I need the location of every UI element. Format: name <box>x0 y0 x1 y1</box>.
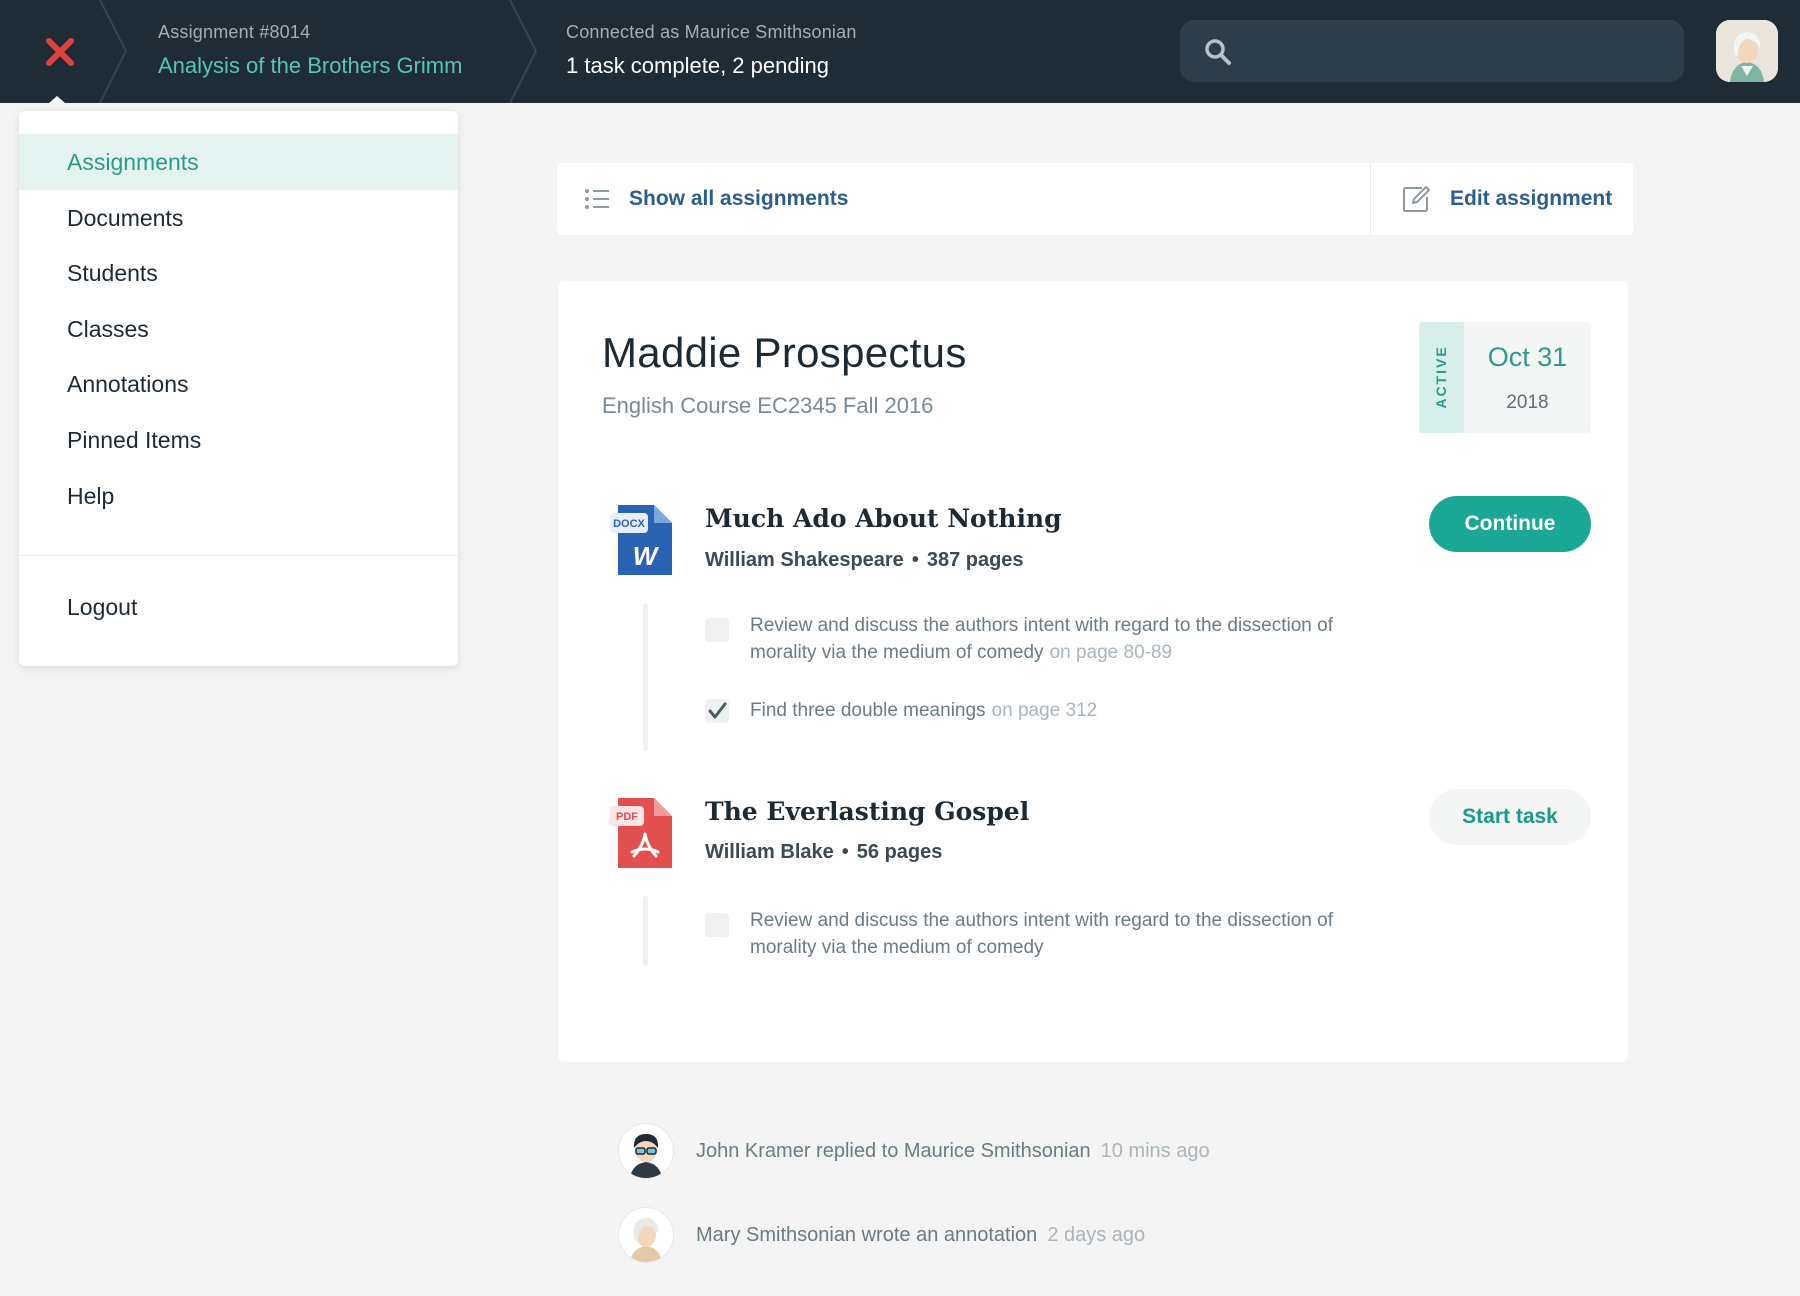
assignment-action-bar: Show all assignments Edit assignment <box>557 163 1633 235</box>
activity-item: John Kramer replied to Maurice Smithsoni… <box>619 1123 1210 1179</box>
task-page[interactable]: on page 80-89 <box>1050 642 1173 663</box>
assignment-breadcrumb: Assignment #8014 Analysis of the Brother… <box>158 21 462 81</box>
word-letter: W <box>633 541 660 571</box>
sidebar-item-logout[interactable]: Logout <box>19 579 458 635</box>
document-title[interactable]: Much Ado About Nothing <box>705 504 1062 533</box>
task-text: Review and discuss the authors intent wi… <box>750 615 1333 663</box>
close-icon <box>46 38 74 66</box>
sidebar-item-pinned-items[interactable]: Pinned Items <box>19 412 458 468</box>
activity-text: Mary Smithsonian wrote an annotation <box>696 1223 1038 1246</box>
show-all-assignments-link[interactable]: Show all assignments <box>585 163 848 235</box>
breadcrumb-separator <box>99 0 128 103</box>
task-checkbox[interactable] <box>705 618 729 642</box>
breadcrumb-separator <box>509 0 538 103</box>
start-task-button[interactable]: Start task <box>1429 789 1591 845</box>
list-icon <box>585 189 609 209</box>
assignment-number: Assignment #8014 <box>158 22 311 42</box>
checkmark-icon <box>708 702 727 719</box>
activity-timestamp: 2 days ago <box>1047 1223 1146 1246</box>
show-all-assignments-label: Show all assignments <box>629 187 849 210</box>
docx-badge-text: DOCX <box>613 518 645 530</box>
avatar[interactable] <box>619 1208 673 1262</box>
sidebar-item-classes[interactable]: Classes <box>19 301 458 357</box>
assignment-title[interactable]: Analysis of the Brothers Grimm <box>158 51 462 81</box>
task-text: Find three double meanings <box>750 700 986 721</box>
search-bar[interactable] <box>1180 20 1684 82</box>
top-bar: Assignment #8014 Analysis of the Brother… <box>0 0 1800 103</box>
due-date: Oct 31 <box>1487 342 1568 372</box>
search-input[interactable] <box>1244 20 1664 82</box>
connection-text: Connected as Maurice Smithsonian <box>566 22 857 42</box>
edit-icon <box>1403 186 1430 212</box>
task-checkbox[interactable] <box>705 913 729 937</box>
task-checkbox-checked[interactable] <box>705 699 729 723</box>
sidebar-menu: Assignments Documents Students Classes A… <box>19 111 458 666</box>
close-button[interactable] <box>22 14 98 90</box>
activity-item: Mary Smithsonian wrote an annotation 2 d… <box>619 1207 1145 1263</box>
document-title[interactable]: The Everlasting Gospel <box>705 797 1029 826</box>
task-item: Find three double meanings on page 312 <box>750 697 1350 724</box>
user-avatar[interactable] <box>1716 20 1778 82</box>
sidebar-item-annotations[interactable]: Annotations <box>19 356 458 412</box>
edit-assignment-link[interactable]: Edit assignment <box>1402 163 1612 235</box>
sidebar-item-help[interactable]: Help <box>19 468 458 524</box>
task-page[interactable]: on page 312 <box>992 700 1098 721</box>
task-item: Review and discuss the authors intent wi… <box>750 907 1350 961</box>
document-meta: William Blake • 56 pages <box>705 841 942 864</box>
document-author: William Shakespeare <box>705 549 904 571</box>
due-year: 2018 <box>1506 392 1549 413</box>
pdf-file-icon: PDF <box>610 798 672 868</box>
document-pages: 387 pages <box>926 549 1024 571</box>
task-timeline <box>643 603 648 751</box>
avatar-icon <box>630 1218 662 1262</box>
sidebar-item-documents[interactable]: Documents <box>19 190 458 246</box>
continue-button[interactable]: Continue <box>1429 496 1591 552</box>
status-label: ACTIVE <box>1433 345 1449 409</box>
docx-file-icon: DOCX W <box>610 505 672 575</box>
meta-dot: • <box>841 841 849 863</box>
sidebar-item-students[interactable]: Students <box>19 245 458 301</box>
menu-divider <box>19 555 458 556</box>
connection-info: Connected as Maurice Smithsonian 1 task … <box>566 21 857 81</box>
status-badge: ACTIVE <box>1419 322 1464 433</box>
menu-pointer <box>49 96 65 103</box>
activity-text: John Kramer replied to Maurice Smithsoni… <box>696 1139 1091 1162</box>
sidebar-item-assignments[interactable]: Assignments <box>19 134 458 190</box>
pdf-badge-text: PDF <box>616 811 638 823</box>
edit-assignment-label: Edit assignment <box>1450 187 1613 210</box>
action-bar-divider <box>1370 163 1371 235</box>
document-meta: William Shakespeare • 387 pages <box>705 549 1024 572</box>
avatar-icon <box>1716 20 1778 82</box>
avatar[interactable] <box>619 1124 673 1178</box>
document-pages: 56 pages <box>856 841 943 863</box>
search-icon <box>1205 39 1231 65</box>
task-item: Review and discuss the authors intent wi… <box>750 612 1350 666</box>
assignment-card: Maddie Prospectus English Course EC2345 … <box>558 281 1628 1062</box>
assignment-title-heading: Maddie Prospectus <box>602 329 967 376</box>
task-status: 1 task complete, 2 pending <box>566 53 829 78</box>
due-date-box: ACTIVE Oct 31 2018 <box>1419 322 1591 433</box>
meta-dot: • <box>911 549 919 571</box>
document-author: William Blake <box>705 841 834 863</box>
task-timeline <box>643 896 648 966</box>
avatar-icon <box>630 1134 662 1178</box>
activity-timestamp: 10 mins ago <box>1100 1139 1210 1162</box>
task-text: Review and discuss the authors intent wi… <box>750 910 1333 958</box>
course-subtitle: English Course EC2345 Fall 2016 <box>602 393 934 418</box>
